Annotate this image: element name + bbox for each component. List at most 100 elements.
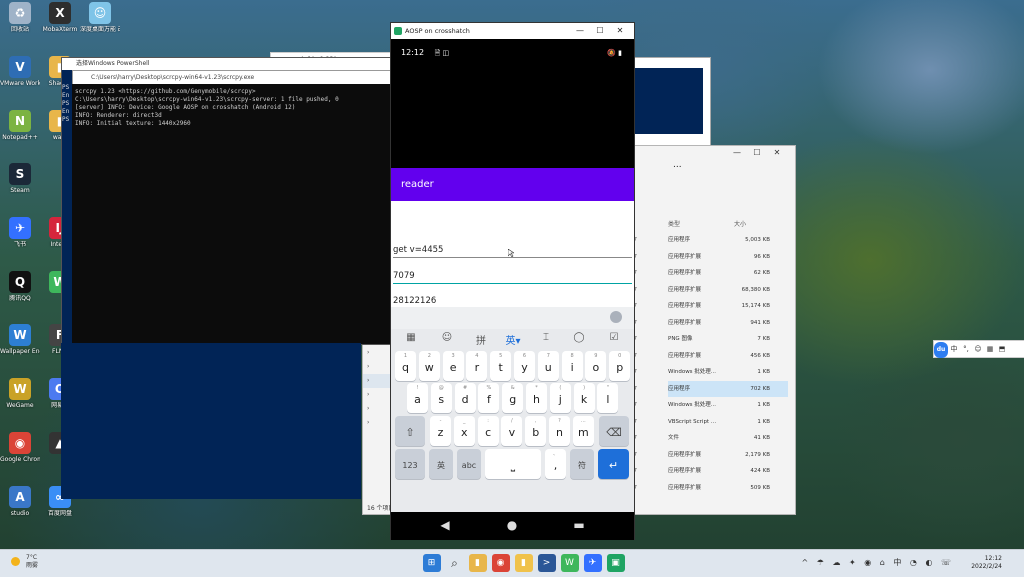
file-row[interactable]: 27应用程序扩展2,179 KB bbox=[630, 447, 788, 464]
clock[interactable]: 12:12 2022/2/24 bbox=[971, 555, 1002, 571]
backspace-key[interactable]: ⌫ bbox=[599, 416, 629, 446]
file-row[interactable]: 27应用程序扩展62 KB bbox=[630, 265, 788, 282]
desktop-icon[interactable]: W Wallpaper Engine:... bbox=[0, 324, 40, 355]
keyboard-tool-2[interactable]: 拼 bbox=[471, 332, 491, 347]
key-i[interactable]: 8i bbox=[561, 351, 583, 381]
ime-option[interactable]: °, bbox=[960, 341, 972, 357]
file-row[interactable]: 27VBScript Script ...1 KB bbox=[630, 414, 788, 431]
file-row[interactable]: 27应用程序702 KB bbox=[630, 380, 788, 397]
ime-option[interactable]: 中 bbox=[948, 341, 960, 357]
nav-chevron-icon[interactable]: › bbox=[363, 346, 391, 360]
file-row[interactable]: 27应用程序扩展424 KB bbox=[630, 463, 788, 480]
numbers-key[interactable]: 123 bbox=[395, 449, 425, 479]
phone-window-titlebar[interactable]: AOSP on crosshatch — ☐ ✕ bbox=[391, 23, 634, 39]
file-row[interactable]: 27应用程序扩展941 KB bbox=[630, 315, 788, 332]
key-r[interactable]: 4r bbox=[466, 351, 488, 381]
powershell-icon[interactable]: > bbox=[537, 554, 556, 572]
ime-toolbar[interactable]: du 中 °, ☺ ▦ ⬒ bbox=[933, 340, 1024, 358]
ime-option[interactable]: ▦ bbox=[984, 341, 996, 357]
keyboard-tool-0[interactable]: ▦ bbox=[401, 332, 421, 343]
file-row[interactable]: 27应用程序扩展15,174 KB bbox=[630, 298, 788, 315]
text-field-2[interactable]: 7079 bbox=[393, 269, 632, 284]
more-options-icon[interactable]: ... bbox=[673, 160, 682, 170]
language-key[interactable]: 英 bbox=[429, 449, 453, 479]
size-column-header[interactable]: 大小 bbox=[734, 218, 746, 232]
ime-option[interactable]: ☺ bbox=[972, 341, 984, 357]
key-k[interactable]: ) k bbox=[573, 383, 595, 413]
windows-start-icon[interactable]: ⊞ bbox=[422, 554, 441, 572]
minimize-icon[interactable]: — bbox=[727, 148, 747, 157]
powershell-titlebar[interactable]: 选择Windows PowerShell bbox=[62, 58, 392, 70]
chrome-icon[interactable]: ◉ bbox=[491, 554, 510, 572]
key-g[interactable]: & g bbox=[502, 383, 524, 413]
ime-option[interactable]: ⬒ bbox=[996, 341, 1008, 357]
desktop-icon[interactable]: V VMware Workstati... bbox=[0, 56, 40, 87]
recents-icon[interactable]: ▬ bbox=[567, 518, 591, 532]
key-y[interactable]: 6y bbox=[514, 351, 535, 381]
key-z[interactable]: -z bbox=[430, 416, 451, 446]
key-h[interactable]: * h bbox=[526, 383, 547, 413]
desktop-icon[interactable]: Q 腾讯QQ bbox=[0, 271, 40, 302]
close-icon[interactable]: ✕ bbox=[767, 148, 787, 157]
nav-chevron-icon[interactable]: › bbox=[363, 416, 391, 430]
key-p[interactable]: 0p bbox=[609, 351, 631, 381]
system-tray[interactable]: ^ ☂ ☁ ✦ ◉ ⌂ 中 ◔ ◐ ☏ bbox=[802, 557, 955, 568]
desktop-icon[interactable]: W WeGame bbox=[0, 378, 40, 409]
desktop-icon[interactable]: Astudio bbox=[0, 486, 40, 517]
keyboard-tool-3[interactable]: 英▾ bbox=[503, 332, 523, 347]
desktop-icon[interactable]: ◉ Google Chrome bbox=[0, 432, 40, 463]
space-key[interactable]: ⎵ bbox=[485, 449, 541, 479]
folder-icon[interactable]: ▮ bbox=[514, 554, 533, 572]
keyboard-tool-6[interactable]: ☑ bbox=[604, 332, 624, 343]
scrcpy-phone-window[interactable]: AOSP on crosshatch — ☐ ✕ 12:12 🗎 ◫ 🔕 ▮ rea… bbox=[390, 22, 635, 540]
keyboard-tool-1[interactable]: ☺ bbox=[437, 332, 457, 343]
key-e[interactable]: 3e bbox=[442, 351, 464, 381]
key-x[interactable]: _ x bbox=[453, 416, 475, 446]
symbol-key[interactable]: 符 bbox=[570, 449, 594, 479]
key-w[interactable]: 2w bbox=[418, 351, 440, 381]
file-row[interactable]: 27Windows 批处理...1 KB bbox=[630, 364, 788, 381]
nav-chevron-icon[interactable]: › bbox=[363, 360, 391, 374]
abc-key[interactable]: abc bbox=[457, 449, 481, 479]
weather-widget[interactable]: 7°C 雨雾 bbox=[11, 554, 38, 570]
file-row[interactable]: 27应用程序扩展96 KB bbox=[630, 249, 788, 266]
key-b[interactable]: ,b bbox=[525, 416, 547, 446]
key-f[interactable]: % f bbox=[478, 383, 500, 413]
key-q[interactable]: 1q bbox=[395, 351, 416, 381]
minimize-icon[interactable]: — bbox=[570, 23, 590, 39]
file-row[interactable]: 27应用程序扩展68,380 KB bbox=[630, 282, 788, 299]
desktop-icon[interactable]: ☺ 深度桌面万能 改 bbox=[80, 2, 120, 33]
baidu-ime-icon[interactable]: du bbox=[934, 342, 948, 358]
enter-key[interactable]: ↵ bbox=[598, 449, 629, 479]
text-field-3[interactable]: 28122126 bbox=[393, 294, 632, 307]
nav-chevron-icon[interactable]: › bbox=[363, 388, 391, 402]
file-row[interactable]: 27Windows 批处理...1 KB bbox=[630, 397, 788, 414]
desktop-icon[interactable]: X MobaXterm bbox=[40, 2, 80, 33]
key-l[interactable]: " l bbox=[597, 383, 619, 413]
key-m[interactable]: … m bbox=[572, 416, 594, 446]
powershell-window[interactable]: 选择Windows PowerShell PS En PS En PS C:\Users… bbox=[61, 57, 393, 345]
key-c[interactable]: :c bbox=[477, 416, 499, 446]
key-n[interactable]: ? n bbox=[549, 416, 570, 446]
nav-chevron-icon[interactable]: › bbox=[363, 402, 391, 416]
file-row[interactable]: 27应用程序扩展456 KB bbox=[630, 348, 788, 365]
desktop-icon[interactable]: ♻ 回收站 bbox=[0, 2, 40, 33]
background-window[interactable] bbox=[632, 57, 711, 147]
key-u[interactable]: 7u bbox=[537, 351, 559, 381]
type-column-header[interactable]: 类型 bbox=[668, 218, 680, 232]
key-t[interactable]: 5t bbox=[490, 351, 512, 381]
file-explorer-icon[interactable]: ▮ bbox=[468, 554, 487, 572]
feishu-icon[interactable]: ✈ bbox=[583, 554, 602, 572]
punctuation-key[interactable]: 、, bbox=[545, 449, 566, 479]
file-row[interactable]: 27文件41 KB bbox=[630, 430, 788, 447]
soft-keyboard[interactable]: ▦ ☺ 拼英▾ ⌶ ◯ ☑ 1 q 2 w 3 e 4 r 5 t 6 y 7 u 8 i 9 o 0 p! a @ s # d% f & g *… bbox=[391, 307, 634, 512]
key-o[interactable]: 9o bbox=[585, 351, 607, 381]
keyboard-tool-5[interactable]: ◯ bbox=[569, 332, 589, 343]
desktop-icon[interactable]: S Steam bbox=[0, 163, 40, 194]
back-icon[interactable]: ◀ bbox=[433, 518, 457, 532]
key-s[interactable]: @ s bbox=[430, 383, 452, 413]
key-v[interactable]: / v bbox=[501, 416, 523, 446]
maximize-icon[interactable]: ☐ bbox=[747, 148, 767, 157]
search-icon[interactable]: ⌕ bbox=[445, 554, 464, 572]
close-icon[interactable]: ✕ bbox=[610, 23, 630, 39]
